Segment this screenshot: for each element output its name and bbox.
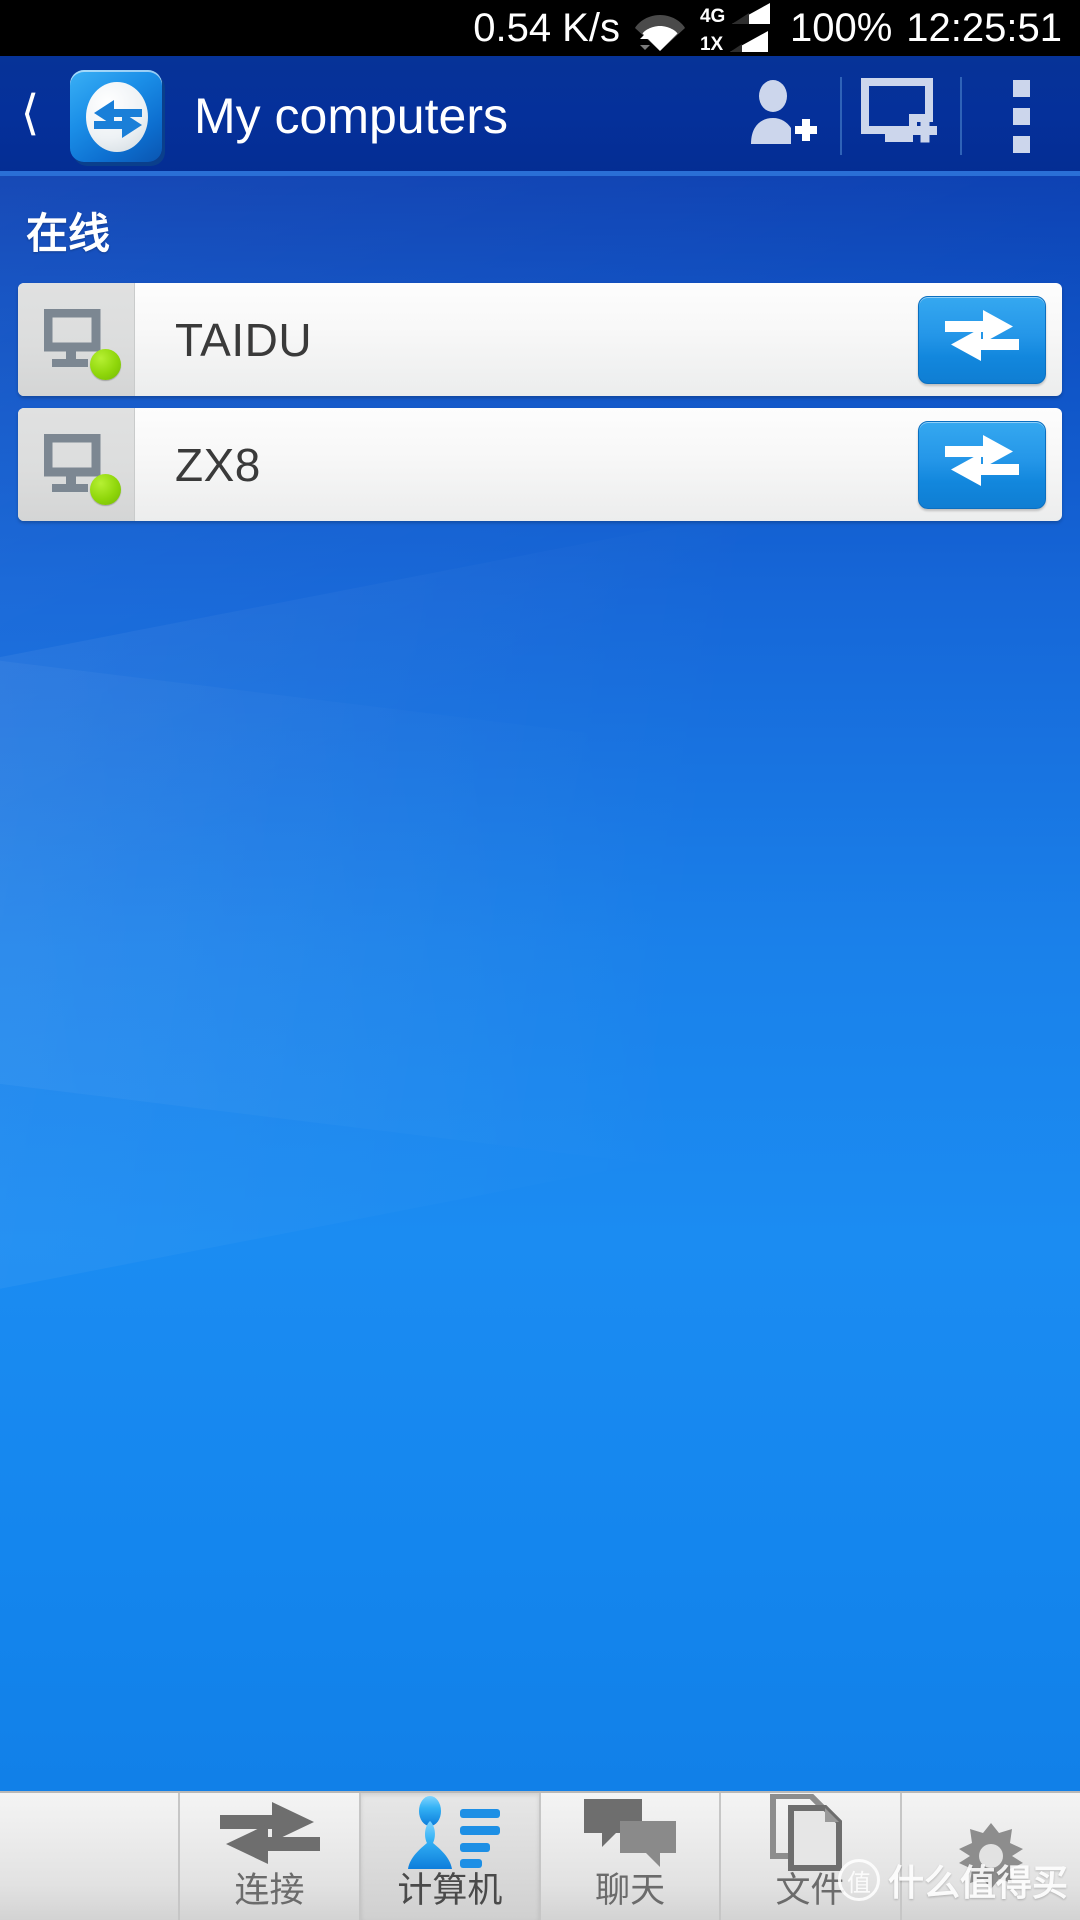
status-dot-online [90, 474, 121, 505]
list-item[interactable]: TAIDU [18, 283, 1062, 396]
network-speed-text: 0.54 K/s [473, 6, 620, 50]
person-add-icon [743, 78, 819, 155]
kebab-menu-icon [1012, 79, 1030, 153]
teamviewer-logo-icon[interactable] [64, 64, 168, 168]
section-header-online: 在线 [26, 209, 111, 258]
overflow-menu-button[interactable] [962, 56, 1080, 176]
computer-list: TAIDU ZX8 [0, 283, 1080, 521]
add-computer-button[interactable] [842, 56, 960, 176]
tab-connect[interactable]: 连接 [180, 1793, 361, 1920]
monitor-add-icon [861, 77, 941, 155]
connect-arrows-icon [941, 434, 1023, 495]
battery-percent-text: 100% [789, 6, 893, 50]
list-item[interactable]: ZX8 [18, 408, 1062, 521]
tab-computers[interactable]: 计算机 [360, 1793, 541, 1920]
dual-sim-signal-icon: 4G 1X [700, 2, 776, 54]
computer-name: TAIDU [175, 313, 313, 366]
app-bar-actions [722, 56, 1080, 176]
status-bar: 0.54 K/s 4G 1X 100% 12:25:51 [0, 0, 1080, 56]
watermark-text: 什么值得买 [887, 1863, 1068, 1904]
wifi-icon [634, 5, 686, 51]
computers-person-icon [394, 1795, 506, 1871]
connect-button[interactable] [918, 420, 1046, 509]
tab-chat-label: 聊天 [595, 1871, 666, 1912]
content-area: 在线 TAIDU ZX8 [0, 176, 1080, 1791]
connect-arrows-icon [941, 309, 1023, 370]
status-dot-online [90, 349, 121, 380]
back-chevron-icon[interactable]: ⟨ [0, 56, 60, 176]
sim1-label: 4G [699, 6, 726, 27]
device-icon-cell [18, 408, 135, 521]
connect-arrows-icon [214, 1795, 324, 1871]
tab-files-label: 文件 [775, 1871, 846, 1912]
connect-button-cell [918, 283, 1062, 396]
device-icon-cell [18, 283, 135, 396]
clock-text: 12:25:51 [906, 6, 1062, 50]
chat-bubbles-icon [580, 1795, 680, 1871]
tab-empty[interactable] [0, 1793, 181, 1920]
page-title: My computers [194, 88, 508, 144]
tab-computers-label: 计算机 [397, 1871, 503, 1912]
connect-button-cell [918, 408, 1062, 521]
watermark: 值 什么值得买 [837, 1854, 1068, 1906]
tab-chat[interactable]: 聊天 [541, 1793, 722, 1920]
app-bar: ⟨ My computers [0, 56, 1080, 176]
add-contact-button[interactable] [722, 56, 840, 176]
sim2-label: 1X [699, 34, 724, 55]
tab-connect-label: 连接 [234, 1871, 305, 1912]
connect-button[interactable] [918, 295, 1046, 384]
watermark-badge: 值 [837, 1859, 880, 1901]
computer-name: ZX8 [175, 438, 261, 491]
